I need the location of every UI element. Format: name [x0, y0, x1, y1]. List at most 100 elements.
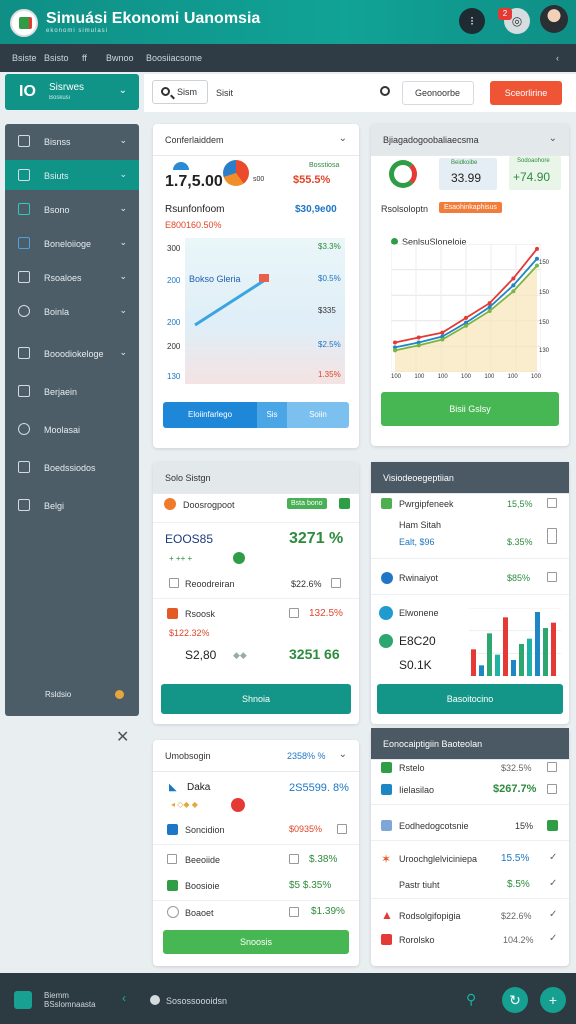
checkbox[interactable] [547, 784, 557, 794]
stat-box: Sodoaohore +74.90 [509, 156, 561, 190]
sidebar-item[interactable]: Belgi [5, 490, 139, 520]
filter-dropdown[interactable]: Geonoorbe [402, 81, 474, 105]
action-button[interactable]: Bisii Gslsy [381, 392, 559, 426]
data-point [416, 335, 421, 340]
check-icon[interactable] [547, 820, 558, 831]
sidebar-item[interactable]: Rsoaloes ⌄ [5, 262, 139, 292]
sidebar-item-active[interactable]: Bsiuts ⌄ [5, 160, 139, 190]
data-point [464, 323, 468, 328]
breakdown-card: Eonocaiptigiin Baoteolan Rstelo $32.5% I… [371, 728, 569, 966]
sidebar: Bisnss ⌄ Bsiuts ⌄ Bsono ⌄ Boneloiioge ⌄ Rsoa… [5, 124, 139, 716]
chevron-down-icon[interactable]: ⌄ [549, 133, 557, 144]
menu-item[interactable]: Boosiiacsome [146, 53, 202, 63]
chevron-down-icon[interactable]: ⌄ [339, 133, 347, 144]
submit-button[interactable]: Snoosis [163, 930, 349, 954]
sidebar-item[interactable]: Berjaein [5, 376, 139, 406]
data-point [440, 337, 445, 342]
summary-card: Solo Sistgn Doosrogpoot Bsta bono EOOS85… [153, 462, 359, 724]
bar [471, 649, 476, 676]
task-icon [167, 608, 178, 619]
chevron-left-icon[interactable]: ‹ [122, 991, 126, 1005]
sidebar-item[interactable]: Boedssiodos [5, 452, 139, 482]
notification-badge: 2 [498, 8, 512, 20]
checkbox[interactable] [547, 528, 557, 544]
checkbox[interactable] [337, 824, 347, 834]
sidebar-item[interactable]: Moolasai [5, 414, 139, 444]
brand-icon: IO [19, 83, 36, 100]
refresh-button[interactable]: ↻ [502, 987, 528, 1013]
avatar[interactable] [540, 5, 568, 33]
chevron-down-icon[interactable]: ⌄ [339, 749, 347, 760]
y-label: 200 [167, 276, 181, 285]
data-icon [167, 824, 178, 835]
checkbox[interactable] [169, 578, 179, 588]
flag-icon: ◣ [169, 782, 177, 793]
check-mark-icon[interactable]: ✓ [549, 852, 557, 863]
sub-value: $30,9e00 [295, 204, 337, 215]
big-value: 1.7,5.00 [165, 173, 223, 190]
right-label: $0.5% [318, 274, 341, 283]
check-mark-icon[interactable]: ✓ [549, 878, 557, 889]
check-mark-icon[interactable]: ✓ [549, 909, 557, 920]
share-icon[interactable]: ⚲ [466, 991, 476, 1008]
info-icon [381, 572, 393, 584]
sidebar-item[interactable]: Boinla ⌄ [5, 296, 139, 326]
check-mark-icon[interactable]: ✓ [549, 933, 557, 944]
metrics-card: Umobsogin 2358% % ⌄ ◣ Daka 2S5599. 8% ◂ … [153, 740, 359, 966]
data-point [393, 340, 397, 345]
menu-item[interactable]: Bwnoo [106, 53, 134, 63]
data-point [487, 301, 492, 306]
home-icon [18, 135, 30, 147]
bar [479, 665, 484, 676]
menu-button[interactable]: ⁝ [459, 8, 485, 34]
checkbox[interactable] [289, 854, 299, 864]
menu-item[interactable]: ff [82, 53, 87, 63]
close-icon[interactable]: ✕ [116, 727, 129, 747]
segment-button[interactable]: Eloiinfarlego [163, 402, 257, 428]
grid-icon [18, 347, 30, 359]
user-icon [18, 305, 30, 317]
checkbox[interactable] [331, 578, 341, 588]
right-label: $2.5% [318, 340, 341, 349]
y-label: 200 [167, 318, 181, 327]
table-icon [381, 820, 392, 831]
clock-icon [18, 423, 30, 435]
checkbox[interactable] [547, 762, 557, 772]
bar [543, 628, 548, 676]
status-icon [381, 762, 392, 773]
menu-item[interactable]: Bsiste [12, 53, 37, 63]
warning-icon: ▲ [381, 908, 393, 922]
sidebar-header[interactable]: IO Sisrwes Boskusi ⌄ [5, 74, 139, 110]
chevron-left-icon[interactable]: ‹ [556, 53, 559, 63]
submit-button[interactable]: Basoitocino [377, 684, 563, 714]
data-point [511, 276, 516, 281]
search-icon[interactable] [380, 86, 390, 96]
chevron-down-icon: ⌄ [119, 347, 127, 357]
sidebar-item[interactable]: Bisnss ⌄ [5, 126, 139, 156]
add-button[interactable]: + [540, 987, 566, 1013]
bottom-bar: Biemm BSslomnaasta ‹ Sosossoooidsn ⚲ ↻ + [0, 973, 576, 1024]
menu-item[interactable]: Bsisto [44, 53, 69, 63]
search-bar: Sism Sisit Geonoorbe Sceorlirine [144, 74, 576, 112]
checkbox[interactable] [289, 907, 299, 917]
sidebar-item[interactable]: Bsono ⌄ [5, 194, 139, 224]
segment-button[interactable]: Soiin [287, 402, 349, 428]
checkbox[interactable] [547, 498, 557, 508]
checkbox[interactable] [167, 854, 177, 864]
sidebar-item[interactable]: Booodiokeloge ⌄ [5, 338, 139, 368]
app-subtitle: ekonomi simulasi [46, 28, 109, 34]
check-icon[interactable] [339, 498, 350, 509]
top-bar: Simuási Ekonomi Uanomsia ekonomi simulas… [0, 0, 576, 44]
checkbox[interactable] [547, 572, 557, 582]
data-icon [381, 784, 392, 795]
segment-button[interactable]: Sis [257, 402, 287, 428]
sparkline: ◂ ◇◆ ◆ [171, 800, 198, 809]
app-title: Simuási Ekonomi Uanomsia [46, 10, 261, 27]
submit-button[interactable]: Shnoia [161, 684, 351, 714]
data-point [487, 305, 492, 310]
checkbox[interactable] [289, 608, 299, 618]
sidebar-item[interactable]: Boneloiioge ⌄ [5, 228, 139, 258]
data-point [511, 283, 516, 288]
action-button[interactable]: Sceorlirine [490, 81, 562, 105]
calendar-icon [18, 385, 30, 397]
